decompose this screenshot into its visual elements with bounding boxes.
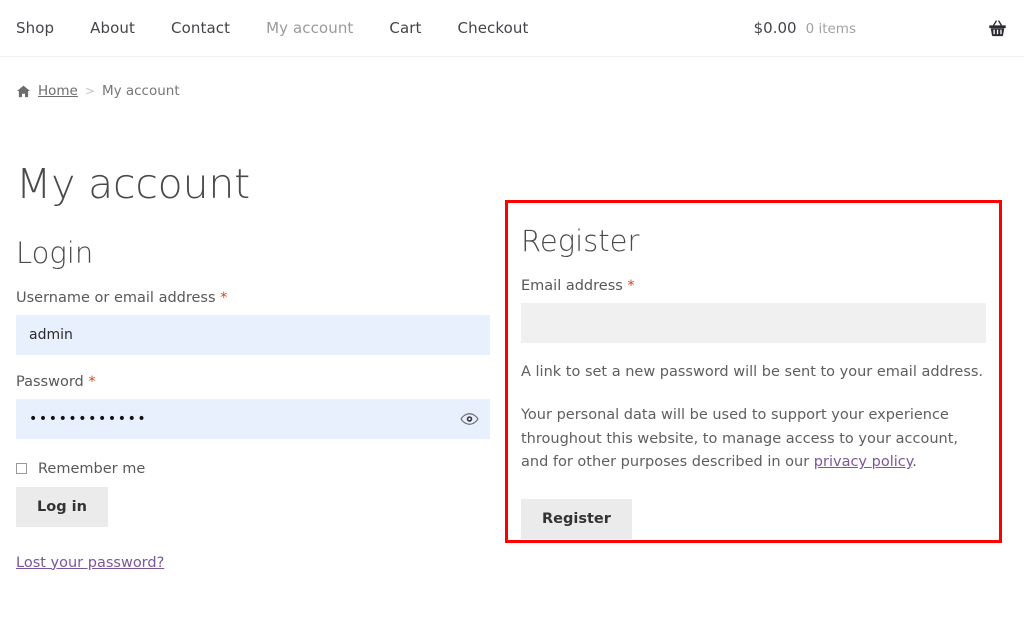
header-right: $0.00 0 items [754,18,1008,39]
password-input-wrapper: •••••••••••• [16,399,490,439]
register-form: Register Email address * A link to set a… [508,203,999,539]
remember-me-row: Remember me [16,461,490,477]
cart-summary-link[interactable]: $0.00 0 items [754,19,856,37]
cart-total-amount: $0.00 [754,19,797,37]
home-icon [16,84,31,99]
privacy-note-text-after: . [912,454,917,470]
password-label: Password * [16,373,490,392]
password-input[interactable]: •••••••••••• [16,399,490,439]
password-link-note: A link to set a new password will be sen… [521,361,986,384]
email-label-text: Email address [521,278,623,294]
page-content: My account Login Username or email addre… [0,161,1024,571]
password-field-group: Password * •••••••••••• [16,373,490,439]
email-input[interactable] [521,303,986,343]
shopping-basket-icon[interactable] [987,18,1008,39]
password-label-text: Password [16,374,84,390]
nav-item-cart[interactable]: Cart [389,19,443,37]
username-required-mark: * [220,290,227,306]
breadcrumb-link-home[interactable]: Home [38,83,78,99]
eye-icon[interactable] [460,409,479,428]
register-column: Register Email address * A link to set a… [521,236,1008,570]
login-form: Login Username or email address * Passwo… [16,236,490,570]
register-highlight-panel: Register Email address * A link to set a… [505,200,1002,543]
remember-me-checkbox[interactable] [16,463,27,474]
log-in-button[interactable]: Log in [16,487,108,527]
email-field-group: Email address * [521,277,986,343]
nav-item-about[interactable]: About [90,19,157,37]
username-label: Username or email address * [16,289,490,308]
breadcrumb-separator: > [85,84,95,98]
username-label-text: Username or email address [16,290,216,306]
email-required-mark: * [627,278,634,294]
lost-password-link[interactable]: Lost your password? [16,555,164,571]
nav-item-contact[interactable]: Contact [171,19,252,37]
username-field-group: Username or email address * [16,289,490,355]
breadcrumb: Home > My account [0,57,1024,99]
main-navigation: Shop About Contact My account Cart Check… [16,19,551,37]
email-label: Email address * [521,277,986,296]
nav-item-shop[interactable]: Shop [16,19,76,37]
cart-item-count: 0 items [806,21,856,37]
breadcrumb-current: My account [102,83,180,99]
username-input[interactable] [16,315,490,355]
nav-item-my-account[interactable]: My account [266,19,375,37]
login-heading: Login [16,236,490,271]
password-required-mark: * [88,374,95,390]
site-header: Shop About Contact My account Cart Check… [0,0,1024,57]
nav-item-checkout[interactable]: Checkout [458,19,551,37]
register-button[interactable]: Register [521,499,632,539]
privacy-policy-link[interactable]: privacy policy [814,454,912,470]
privacy-note: Your personal data will be used to suppo… [521,404,986,474]
remember-me-label[interactable]: Remember me [38,461,145,477]
account-columns: Login Username or email address * Passwo… [16,236,1008,570]
register-heading: Register [521,224,986,259]
